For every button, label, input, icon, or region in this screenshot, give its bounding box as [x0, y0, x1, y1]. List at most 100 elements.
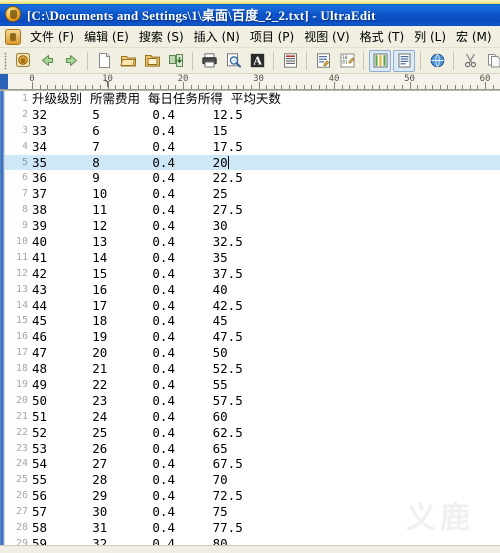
code-line[interactable]: 18 48 21 0.4 52.5: [5, 361, 500, 378]
forward-arrow-icon[interactable]: [60, 50, 82, 72]
code-line[interactable]: 23 53 26 0.4 65: [5, 440, 500, 457]
code-line[interactable]: 21 51 24 0.4 60: [5, 408, 500, 425]
line-number: 12: [5, 265, 32, 282]
menu-column[interactable]: 列 (L): [409, 26, 451, 47]
menu-format[interactable]: 格式 (T): [355, 26, 410, 47]
code-line[interactable]: 4 34 7 0.4 17.5: [5, 138, 500, 155]
ultraedit-icon: [5, 6, 21, 22]
ruler-tick: [54, 85, 56, 89]
ruler-tick: [288, 85, 290, 89]
code-line[interactable]: 27 57 30 0.4 75: [5, 504, 500, 521]
code-line[interactable]: 28 58 31 0.4 77.5: [5, 520, 500, 536]
cut-icon[interactable]: [459, 50, 481, 72]
column-mode-icon[interactable]: [369, 49, 391, 72]
menu-search[interactable]: 搜索 (S): [134, 26, 189, 47]
document-menu-icon[interactable]: [5, 28, 21, 45]
list-lines-icon[interactable]: [279, 50, 301, 72]
code-line[interactable]: 22 52 25 0.4 62.5: [5, 424, 500, 441]
ruler-tick: [258, 82, 260, 89]
line-number: 6: [5, 170, 32, 187]
menu-file[interactable]: 文件 (F): [25, 26, 79, 47]
ruler-tick: [205, 85, 207, 89]
line-number: 15: [5, 313, 32, 330]
code-line[interactable]: 13 43 16 0.4 40: [5, 281, 500, 298]
ruler-tick: [394, 85, 396, 89]
ruler-tick: [477, 85, 479, 89]
code-line[interactable]: 20 50 23 0.4 57.5: [5, 392, 500, 409]
ruler-tick: [447, 85, 449, 89]
open-folder-icon[interactable]: [117, 50, 139, 72]
code-line[interactable]: 3 33 6 0.4 15: [5, 122, 500, 139]
ruler-tab-marker[interactable]: T: [105, 81, 110, 89]
code-line[interactable]: 24 54 27 0.4 67.5: [5, 456, 500, 473]
line-number: 9: [5, 218, 32, 235]
line-text: 36 9 0.4 22.5: [32, 170, 243, 186]
code-line[interactable]: 7 37 10 0.4 25: [5, 186, 500, 203]
line-text: 34 7 0.4 17.5: [32, 138, 243, 154]
code-line[interactable]: 19 49 22 0.4 55: [5, 377, 500, 393]
code-line[interactable]: 5 35 8 0.4 20: [5, 154, 500, 171]
line-text: 55 28 0.4 70: [32, 472, 228, 488]
status-strip: [0, 545, 500, 553]
font-icon[interactable]: A: [246, 50, 268, 72]
ruler-tick: [152, 85, 154, 89]
code-line[interactable]: 17 47 20 0.4 50: [5, 345, 500, 362]
code-line[interactable]: 11 41 14 0.4 35: [5, 249, 500, 266]
code-line[interactable]: 1 升级级别 所需费用 每日任务所得 平均天数: [5, 91, 500, 107]
line-text: 56 29 0.4 72.5: [32, 488, 243, 504]
ruler-tick: [250, 85, 252, 89]
globe-icon[interactable]: [426, 50, 448, 72]
code-line[interactable]: 29 59 32 0.4 80: [5, 535, 500, 545]
line-text: 51 24 0.4 60: [32, 408, 228, 424]
menu-insert[interactable]: 插入 (N): [189, 26, 245, 47]
line-number: 25: [5, 472, 32, 489]
folder-icon[interactable]: [141, 50, 163, 72]
code-line[interactable]: 6 36 9 0.4 22.5: [5, 170, 500, 187]
menu-macro[interactable]: 宏 (M): [451, 26, 497, 47]
ruler-tick: [341, 85, 343, 89]
ruler-tick: [69, 85, 71, 89]
code-line[interactable]: 14 44 17 0.4 42.5: [5, 297, 500, 314]
save-icon[interactable]: [165, 50, 187, 72]
code-lines-container[interactable]: 义鹿 1 升级级别 所需费用 每日任务所得 平均天数 2 32 5 0.4 12.5 3…: [5, 91, 500, 545]
code-line[interactable]: 16 46 19 0.4 47.5: [5, 329, 500, 346]
code-line[interactable]: 26 56 29 0.4 72.5: [5, 488, 500, 505]
toolbar-separator: [363, 51, 364, 70]
code-line[interactable]: 10 40 13 0.4 32.5: [5, 234, 500, 250]
ruler-tick: [213, 85, 215, 89]
ruler-tick: [409, 82, 411, 89]
menu-script[interactable]: 脚本 (I): [497, 26, 500, 47]
code-line[interactable]: 8 38 11 0.4 27.5: [5, 202, 500, 219]
menu-view[interactable]: 视图 (V): [299, 26, 354, 47]
code-line[interactable]: 15 45 18 0.4 45: [5, 313, 500, 330]
titlebar[interactable]: [C:\Documents and Settings\1\桌面\百度_2_2.t…: [0, 0, 500, 26]
line-text: 45 18 0.4 45: [32, 313, 228, 329]
line-text: 41 14 0.4 35: [32, 249, 228, 265]
print-preview-icon[interactable]: [222, 50, 244, 72]
toolbar-separator: [192, 51, 193, 70]
line-number: 5: [5, 154, 32, 171]
print-icon[interactable]: [198, 50, 220, 72]
line-text: 58 31 0.4 77.5: [32, 520, 243, 536]
toolbar-grip[interactable]: [4, 51, 7, 70]
ultraedit-logo-icon[interactable]: [12, 50, 34, 72]
ruler-tick: [84, 85, 86, 89]
document-icon[interactable]: [393, 49, 415, 72]
edit-lines-icon[interactable]: [312, 50, 334, 72]
code-line[interactable]: 2 32 5 0.4 12.5: [5, 106, 500, 123]
hex-edit-icon[interactable]: 10 01: [336, 50, 358, 72]
back-arrow-icon[interactable]: [36, 50, 58, 72]
copy-icon[interactable]: [483, 50, 500, 72]
code-line[interactable]: 25 55 28 0.4 70: [5, 472, 500, 489]
line-text: 33 6 0.4 15: [32, 122, 228, 138]
menu-project[interactable]: 项目 (P): [245, 26, 299, 47]
ruler-tick: [303, 85, 305, 89]
ruler-tick: [130, 85, 132, 89]
new-file-icon[interactable]: [93, 50, 115, 72]
code-line[interactable]: 9 39 12 0.4 30: [5, 218, 500, 235]
ultraedit-window: [C:\Documents and Settings\1\桌面\百度_2_2.t…: [0, 0, 500, 553]
menu-edit[interactable]: 编辑 (E): [79, 26, 134, 47]
line-number: 27: [5, 504, 32, 521]
ruler-tick: [364, 85, 366, 89]
code-line[interactable]: 12 42 15 0.4 37.5: [5, 265, 500, 282]
